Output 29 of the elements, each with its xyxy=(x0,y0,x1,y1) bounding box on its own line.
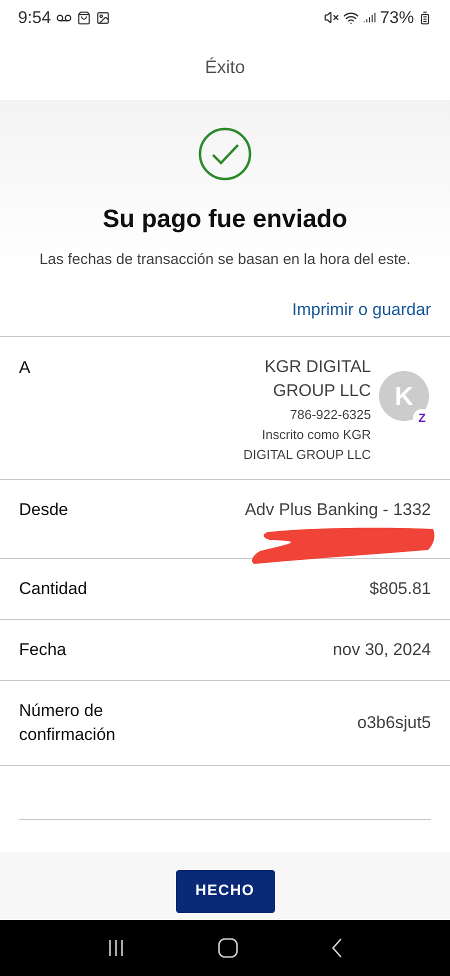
recipient-name: KGR DIGITAL GROUP LLC xyxy=(264,356,371,402)
signal-icon xyxy=(362,11,376,24)
recents-icon[interactable] xyxy=(106,939,125,957)
row-value: nov 30, 2024 xyxy=(332,639,431,661)
mute-icon xyxy=(324,10,339,25)
success-title: Su pago fue enviado xyxy=(102,204,348,235)
row-label: A xyxy=(19,357,30,379)
image-icon xyxy=(96,10,110,24)
row-value: $805.81 xyxy=(370,578,431,600)
done-button[interactable]: HECHO xyxy=(176,870,274,913)
row-value: Adv Plus Banking - 1332 xyxy=(244,499,431,521)
battery-icon xyxy=(418,10,432,24)
recipient-phone: 786-922-6325 xyxy=(290,406,371,424)
row-label: Fecha xyxy=(19,639,68,661)
row-value: o3b6sjut5 xyxy=(357,712,431,734)
status-time: 9:54 xyxy=(18,6,52,29)
success-check-icon xyxy=(198,127,252,181)
home-icon[interactable] xyxy=(218,938,238,958)
battery-percent: 73% xyxy=(380,6,414,29)
timezone-note: Las fechas de transacción se basan en la hora del este. xyxy=(38,250,412,270)
page-title: Éxito xyxy=(204,56,246,79)
row-label: Desde xyxy=(19,499,70,521)
back-icon[interactable] xyxy=(331,938,344,958)
row-label: Número de confirmación xyxy=(19,700,116,746)
bag-icon xyxy=(77,10,92,24)
wifi-icon xyxy=(342,10,359,26)
row-label: Cantidad xyxy=(19,578,88,600)
enrolled-name: Inscrito como KGR DIGITAL GROUP LLC xyxy=(242,426,371,464)
print-save-link[interactable]: Imprimir o guardar xyxy=(292,296,431,322)
